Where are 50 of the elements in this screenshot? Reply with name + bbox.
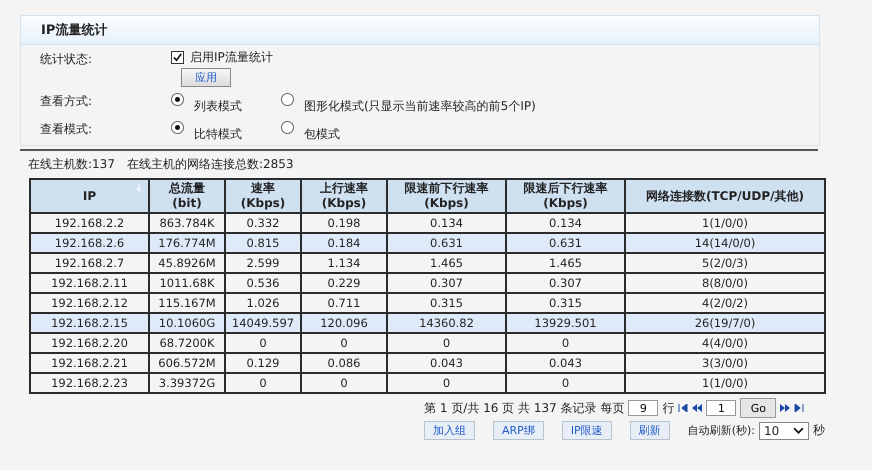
column-header[interactable]: 限速后下行速率 (Kbps) <box>506 179 625 213</box>
table-row[interactable]: 192.168.2.20 68.7200K 0 0 0 0 4(4/0/0) <box>30 333 825 353</box>
auto-refresh-label: 自动刷新(秒): <box>688 423 755 438</box>
radio-button[interactable] <box>171 93 184 106</box>
rows-label: 行 <box>662 400 674 416</box>
last-page-icon[interactable] <box>794 404 804 412</box>
column-header[interactable]: 总流量 (bit) <box>149 179 225 213</box>
column-header[interactable]: 上行速率 (Kbps) <box>301 179 387 213</box>
first-page-icon[interactable] <box>678 404 688 412</box>
radio-button[interactable] <box>281 121 294 134</box>
table-row[interactable]: 192.168.2.2 863.784K 0.332 0.198 0.134 0.134 1(1/0/0) <box>30 213 825 233</box>
apply-button[interactable]: 应用 <box>181 68 231 87</box>
field-label: 查看模式: <box>40 121 94 138</box>
column-header[interactable]: 限速前下行速率 (Kbps) <box>387 179 506 213</box>
panel-title: IP流量统计 <box>41 22 108 39</box>
column-header[interactable]: 网络连接数(TCP/UDP/其他) <box>625 179 825 213</box>
action-button[interactable]: ARP绑 <box>493 421 544 440</box>
field-label: 查看方式: <box>40 93 94 110</box>
page-info: 第 1 页/共 16 页 共 137 条记录 每页 <box>424 400 624 416</box>
page-field[interactable]: 1 <box>706 400 736 416</box>
radio-button[interactable] <box>281 93 294 106</box>
go-button[interactable]: Go <box>740 398 776 418</box>
action-button[interactable]: 加入组 <box>424 421 475 440</box>
checkbox-label: 启用IP流量统计 <box>190 49 273 66</box>
previous-page-icon[interactable] <box>692 404 702 412</box>
summary-text: 在线主机数:137 <box>28 156 115 173</box>
auto-refresh-select[interactable]: 10 <box>759 422 809 440</box>
unit-label: 秒 <box>813 422 825 439</box>
column-header[interactable]: 速率 (Kbps) <box>225 179 301 213</box>
checkbox[interactable] <box>171 51 184 64</box>
table-row[interactable]: 192.168.2.23 3.39372G 0 0 0 0 1(1/0/0) <box>30 373 825 393</box>
table-row[interactable]: 192.168.2.7 45.8926M 2.599 1.134 1.465 1.465 5(2/0/3) <box>30 253 825 273</box>
radio-label: 列表模式 <box>194 98 242 115</box>
table-row[interactable]: 192.168.2.11 1011.68K 0.536 0.229 0.307 0.307 8(8/0/0) <box>30 273 825 293</box>
radio-label: 比特模式 <box>194 126 242 143</box>
summary-text: 在线主机的网络连接总数:2853 <box>126 156 294 173</box>
field-label: 统计状态: <box>40 51 94 68</box>
radio-label: 包模式 <box>304 126 340 143</box>
table-row[interactable]: 192.168.2.21 606.572M 0.129 0.086 0.043 0.043 3(3/0/0) <box>30 353 825 373</box>
rows-per-page-field[interactable]: 9 <box>628 400 658 416</box>
radio-label: 图形化模式(只显示当前速率较高的前5个IP) <box>304 98 536 115</box>
radio-button[interactable] <box>171 121 184 134</box>
column-header[interactable]: IP <box>30 179 149 213</box>
table-row[interactable]: 192.168.2.15 10.1060G 14049.597 120.096 14360.82 13929.501 26(19/7/0) <box>30 313 825 333</box>
action-button[interactable]: 刷新 <box>630 421 670 440</box>
action-button[interactable]: IP限速 <box>562 421 612 440</box>
table-row[interactable]: 192.168.2.12 115.167M 1.026 0.711 0.315 0.315 4(2/0/2) <box>30 293 825 313</box>
table-row[interactable]: 192.168.2.6 176.774M 0.815 0.184 0.631 0.631 14(14/0/0) <box>30 233 825 253</box>
next-page-icon[interactable] <box>780 404 790 412</box>
chevron-down-icon <box>793 427 804 434</box>
